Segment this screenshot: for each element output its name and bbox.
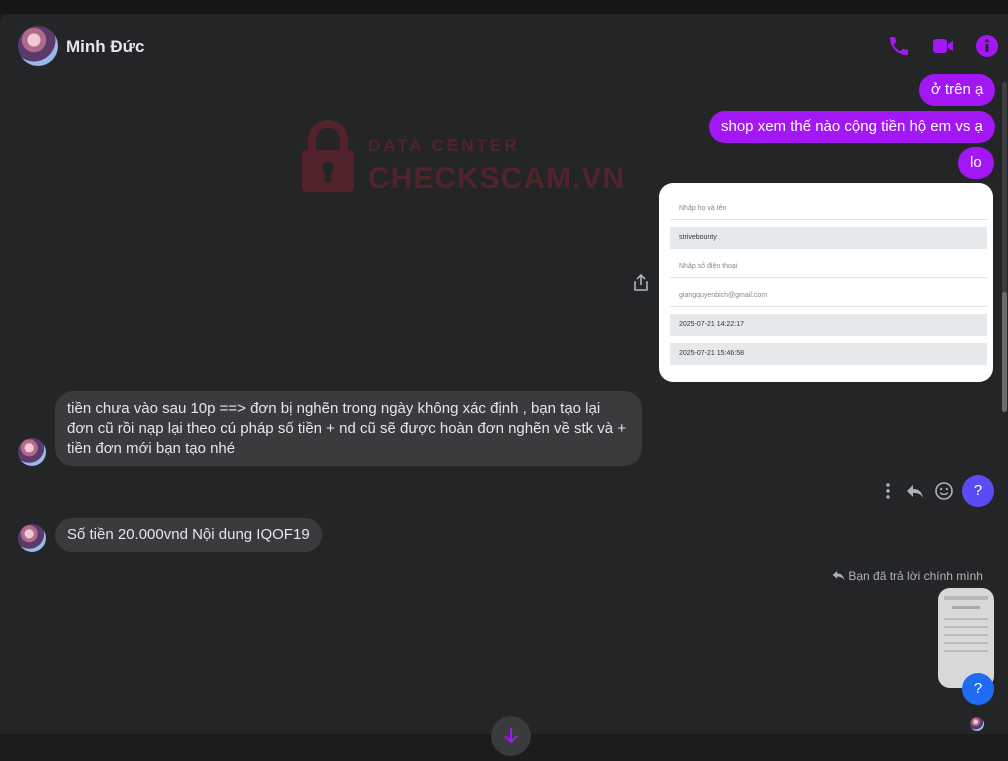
contact-avatar[interactable] bbox=[18, 26, 58, 66]
reply-notice-text: Bạn đã trả lời chính mình bbox=[848, 569, 983, 583]
thumb-line bbox=[944, 618, 988, 620]
outgoing-message[interactable]: lo bbox=[958, 147, 994, 179]
scroll-to-bottom-button[interactable] bbox=[491, 716, 531, 756]
scrollbar[interactable] bbox=[1002, 82, 1007, 412]
thumb-line bbox=[944, 642, 988, 644]
thumb-line bbox=[944, 626, 988, 628]
form-field-time-1: 2025-07-21 14:22:17 bbox=[670, 314, 987, 336]
form-screenshot-image[interactable]: Nhập họ và tên strivebounty Nhập số điện… bbox=[659, 183, 993, 382]
video-camera-icon[interactable] bbox=[931, 34, 955, 58]
watermark: DATA CENTER CHECKSCAM.VN bbox=[300, 118, 630, 198]
thumb-line bbox=[952, 606, 980, 609]
phone-icon[interactable] bbox=[887, 34, 911, 58]
form-field-time-2: 2025-07-21 15:46:58 bbox=[670, 343, 987, 365]
thumb-line bbox=[944, 596, 988, 600]
form-field-phone: Nhập số điện thoại bbox=[670, 256, 987, 278]
reply-icon bbox=[832, 570, 845, 581]
message-line: tiền chưa vào sau 10p ==> đơn bị nghẽn t… bbox=[67, 400, 601, 417]
outgoing-message[interactable]: shop xem thế nào cộng tiền hộ em vs ạ bbox=[709, 111, 995, 143]
scrollbar-thumb[interactable] bbox=[1002, 292, 1007, 412]
form-field-username: strivebounty bbox=[670, 227, 987, 249]
seen-avatar bbox=[970, 717, 984, 731]
contact-avatar-small[interactable] bbox=[18, 438, 46, 466]
reply-notice: Bạn đã trả lời chính mình bbox=[832, 569, 983, 583]
reply-image-thumbnail[interactable] bbox=[938, 588, 994, 688]
reaction-button[interactable]: ? bbox=[962, 475, 994, 507]
watermark-line1: DATA CENTER bbox=[368, 136, 520, 155]
more-options-icon[interactable] bbox=[878, 481, 898, 501]
watermark-line2: CHECKSCAM.VN bbox=[368, 162, 626, 195]
contact-avatar-small[interactable] bbox=[18, 524, 46, 552]
thumb-line bbox=[944, 634, 988, 636]
share-icon[interactable] bbox=[631, 273, 651, 293]
form-field-email: giangquyenbich@gmail.com bbox=[670, 285, 987, 307]
incoming-message[interactable]: tiền chưa vào sau 10p ==> đơn bị nghẽn t… bbox=[55, 391, 642, 466]
top-strip bbox=[0, 0, 1008, 14]
incoming-message[interactable]: Số tiền 20.000vnd Nội dung IQOF19 bbox=[55, 518, 322, 552]
info-icon[interactable] bbox=[975, 34, 999, 58]
message-line: đơn cũ rồi nạp lại theo cú pháp số tiền … bbox=[67, 420, 627, 437]
outgoing-message[interactable]: ở trên ạ bbox=[919, 74, 996, 106]
lock-icon bbox=[302, 120, 354, 192]
reply-icon[interactable] bbox=[905, 481, 925, 501]
contact-name[interactable]: Minh Đức bbox=[66, 37, 144, 57]
message-line: tiền đơn mới bạn tạo nhé bbox=[67, 440, 236, 457]
form-field-name: Nhập họ và tên bbox=[670, 198, 987, 220]
chat-header: Minh Đức bbox=[0, 14, 1008, 80]
thumb-line bbox=[944, 650, 988, 652]
reaction-button[interactable]: ? bbox=[962, 673, 994, 705]
arrow-down-icon bbox=[504, 728, 518, 744]
emoji-icon[interactable] bbox=[934, 481, 954, 501]
